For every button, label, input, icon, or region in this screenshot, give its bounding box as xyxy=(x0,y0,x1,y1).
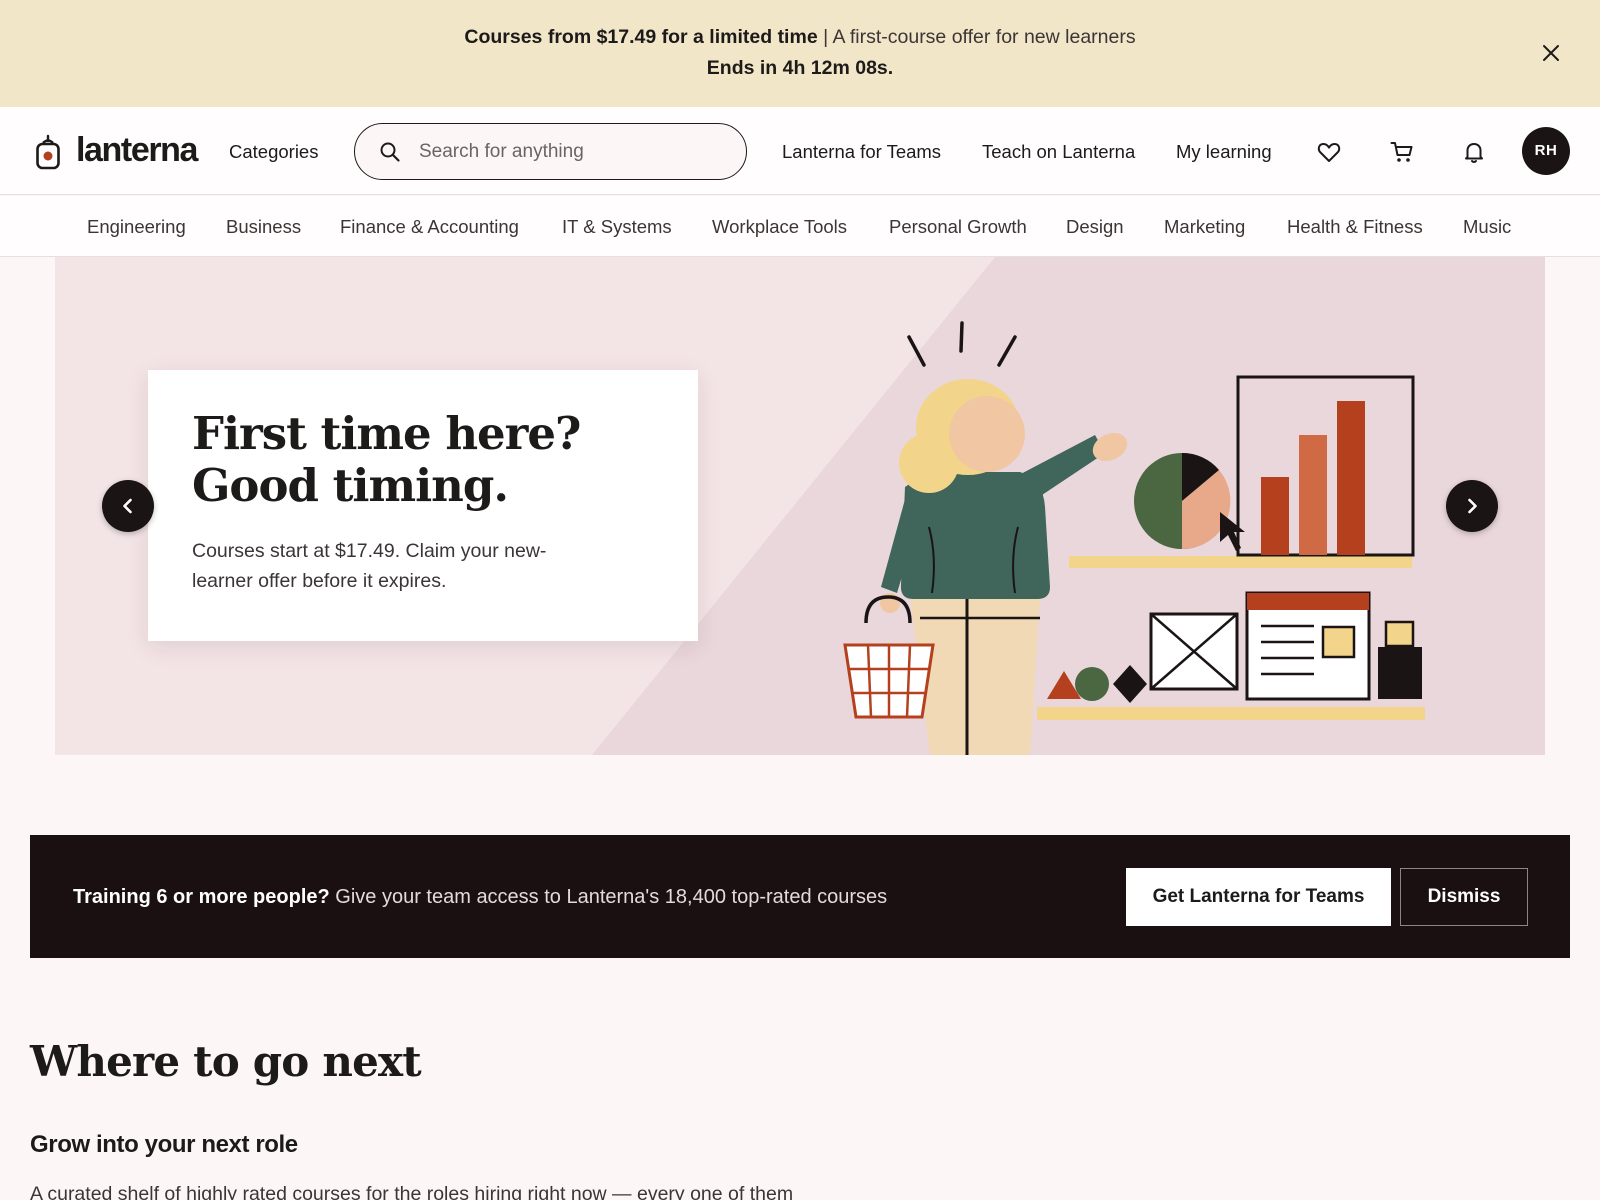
category-music[interactable]: Music xyxy=(1463,215,1511,239)
category-finance-accounting[interactable]: Finance & Accounting xyxy=(340,215,519,239)
hero-carousel: First time here? Good timing. Courses st… xyxy=(55,257,1545,755)
teams-message: Training 6 or more people? Give your tea… xyxy=(73,884,887,910)
section-title: Where to go next xyxy=(30,1037,422,1086)
category-engineering[interactable]: Engineering xyxy=(87,215,186,239)
carousel-prev-button[interactable] xyxy=(102,480,154,532)
nav-teach-on-lanterna[interactable]: Teach on Lanterna xyxy=(982,140,1135,164)
get-lanterna-for-teams-button[interactable]: Get Lanterna for Teams xyxy=(1126,868,1391,926)
chevron-left-icon xyxy=(123,498,132,514)
section-description: A curated shelf of highly rated courses … xyxy=(30,1183,794,1200)
chevron-right-icon xyxy=(1468,498,1477,514)
promo-countdown: Ends in 4h 12m 08s. xyxy=(706,57,894,79)
heart-icon[interactable] xyxy=(1316,139,1342,165)
category-bar: Engineering Business Finance & Accountin… xyxy=(0,196,1600,257)
search-bar[interactable] xyxy=(354,123,747,180)
hero-title: First time here? Good timing. xyxy=(192,407,581,512)
promo-headline: Courses from $17.49 for a limited time xyxy=(464,26,818,48)
site-header: lanterna Categories Lanterna for Teams T… xyxy=(0,107,1600,195)
category-health-fitness[interactable]: Health & Fitness xyxy=(1287,215,1423,239)
categories-menu[interactable]: Categories xyxy=(229,140,318,164)
teams-detail: Give your team access to Lanterna's 18,4… xyxy=(329,886,888,908)
close-icon[interactable] xyxy=(1540,42,1562,64)
cart-icon[interactable] xyxy=(1389,139,1415,165)
promo-separator: | xyxy=(817,26,833,48)
category-business[interactable]: Business xyxy=(226,215,301,239)
teams-lead: Training 6 or more people? xyxy=(73,886,330,908)
promo-message: Courses from $17.49 for a limited time |… xyxy=(0,24,1600,50)
hero-text: Courses start at $17.49. Claim your new-… xyxy=(192,540,547,592)
section-subtitle: Grow into your next role xyxy=(30,1131,298,1158)
category-design[interactable]: Design xyxy=(1066,215,1124,239)
category-it-systems[interactable]: IT & Systems xyxy=(562,215,672,239)
nav-my-learning[interactable]: My learning xyxy=(1176,140,1272,164)
search-icon[interactable] xyxy=(379,141,401,163)
nav-lanterna-for-teams[interactable]: Lanterna for Teams xyxy=(782,140,941,164)
search-input[interactable] xyxy=(419,137,719,167)
category-marketing[interactable]: Marketing xyxy=(1164,215,1245,239)
bell-icon[interactable] xyxy=(1461,139,1487,165)
category-workplace-tools[interactable]: Workplace Tools xyxy=(712,215,847,239)
category-personal-growth[interactable]: Personal Growth xyxy=(889,215,1027,239)
promo-banner: Courses from $17.49 for a limited time |… xyxy=(0,0,1600,107)
lantern-icon[interactable] xyxy=(34,134,62,170)
carousel-next-button[interactable] xyxy=(1446,480,1498,532)
dismiss-button[interactable]: Dismiss xyxy=(1400,868,1528,926)
teams-banner: Training 6 or more people? Give your tea… xyxy=(30,835,1570,958)
brand-wordmark[interactable]: lanterna xyxy=(76,129,198,171)
hero-card: First time here? Good timing. Courses st… xyxy=(148,370,698,641)
promo-detail: A first-course offer for new learners xyxy=(832,26,1136,48)
avatar[interactable]: RH xyxy=(1522,127,1570,175)
